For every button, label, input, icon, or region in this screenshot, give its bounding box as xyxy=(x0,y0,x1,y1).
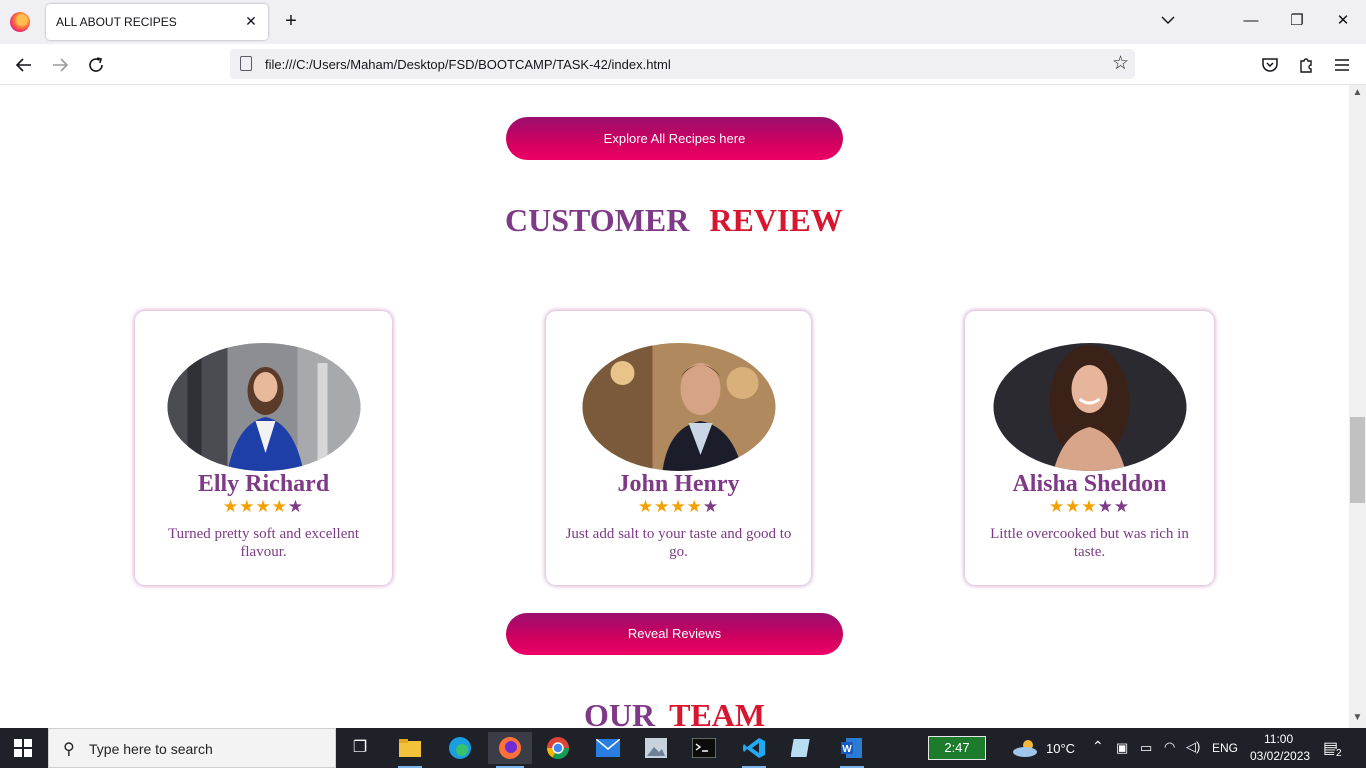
wifi-icon[interactable]: ◠ xyxy=(1164,739,1175,755)
team-heading-part1: OUR xyxy=(584,697,656,728)
scrollbar-thumb[interactable] xyxy=(1350,417,1365,503)
review-text: Turned pretty soft and excellent flavour… xyxy=(167,526,360,560)
mail-icon[interactable] xyxy=(588,732,628,764)
reviewer-name: John Henry xyxy=(617,471,740,497)
photos-icon[interactable] xyxy=(636,732,676,764)
reload-icon[interactable] xyxy=(84,53,108,77)
meet-now-icon[interactable]: ▣ xyxy=(1116,740,1128,756)
star-filled-icon: ★ xyxy=(637,497,655,516)
star-filled-icon: ★ xyxy=(255,497,272,516)
explore-recipes-button[interactable]: Explore All Recipes here xyxy=(506,117,843,160)
page-content: Explore All Recipes here CUSTOMER REVIEW … xyxy=(0,85,1349,728)
language-indicator[interactable]: ENG xyxy=(1212,741,1238,755)
close-tab-icon[interactable]: ✕ xyxy=(242,12,260,30)
star-filled-icon: ★ xyxy=(654,497,671,516)
file-explorer-icon[interactable] xyxy=(390,732,430,768)
star-filled-icon: ★ xyxy=(1048,497,1066,516)
battery-timer-widget[interactable]: 2:47 xyxy=(928,736,986,760)
new-tab-icon[interactable]: + xyxy=(280,10,302,32)
search-placeholder: Type here to search xyxy=(89,741,213,757)
weather-cloud-icon[interactable] xyxy=(1012,738,1040,758)
review-heading-part2: REVIEW xyxy=(709,202,843,238)
back-icon[interactable] xyxy=(12,53,36,77)
review-card: Elly Richard ★★★★★ Turned pretty soft an… xyxy=(135,311,392,585)
restore-icon[interactable]: ❐ xyxy=(1286,10,1308,32)
task-view-icon[interactable]: ❐ xyxy=(340,732,380,764)
review-card: John Henry ★★★★★ Just add salt to your t… xyxy=(546,311,811,585)
clock-time[interactable]: 11:00 xyxy=(1264,732,1293,746)
weather-temperature[interactable]: 10°C xyxy=(1046,741,1075,756)
reviewer-name: Elly Richard xyxy=(197,471,330,497)
edge-icon[interactable] xyxy=(440,732,480,764)
search-icon: ⚲ xyxy=(63,741,75,758)
star-empty-icon: ★ xyxy=(1097,497,1114,516)
bookmark-star-icon[interactable]: ☆ xyxy=(1112,52,1129,75)
star-filled-icon: ★ xyxy=(670,497,687,516)
review-text: Little overcooked but was rich in taste. xyxy=(990,526,1189,560)
notepad-icon[interactable] xyxy=(782,732,822,764)
battery-icon[interactable]: ▭ xyxy=(1140,740,1152,756)
show-hidden-icons-icon[interactable]: ⌃ xyxy=(1092,738,1104,755)
star-rating: ★★★★★ xyxy=(965,497,1214,517)
taskbar: ⚲ Type here to search ❐ W 2:47 10°C ⌃ ▣ xyxy=(0,728,1366,768)
url-text[interactable]: file:///C:/Users/Maham/Desktop/FSD/BOOTC… xyxy=(265,57,671,72)
vscode-icon[interactable] xyxy=(734,732,774,768)
reveal-reviews-button[interactable]: Reveal Reviews xyxy=(506,613,843,655)
star-empty-icon: ★ xyxy=(287,497,305,516)
star-filled-icon: ★ xyxy=(1081,497,1098,516)
vertical-scrollbar[interactable]: ▲ ▼ xyxy=(1349,85,1366,728)
star-filled-icon: ★ xyxy=(271,497,288,516)
firefox-icon[interactable] xyxy=(10,12,30,32)
chrome-icon[interactable] xyxy=(538,732,578,764)
star-filled-icon: ★ xyxy=(222,497,240,516)
forward-icon[interactable] xyxy=(48,53,72,77)
extensions-icon[interactable] xyxy=(1294,53,1318,77)
star-rating: ★★★★★ xyxy=(135,497,392,517)
star-empty-icon: ★ xyxy=(1113,497,1131,516)
star-empty-icon: ★ xyxy=(702,497,720,516)
tab-active[interactable]: ALL ABOUT RECIPES ✕ xyxy=(46,4,268,40)
star-filled-icon: ★ xyxy=(686,497,703,516)
svg-text:W: W xyxy=(842,744,852,755)
star-filled-icon: ★ xyxy=(239,497,256,516)
team-heading-part2: TEAM xyxy=(669,697,766,728)
minimize-icon[interactable]: — xyxy=(1240,10,1262,32)
notification-count-badge: 2 xyxy=(1334,748,1344,759)
taskbar-search[interactable]: ⚲ Type here to search xyxy=(48,728,336,768)
menu-icon[interactable] xyxy=(1330,53,1354,77)
review-heading-part1: CUSTOMER xyxy=(505,202,690,238)
tab-title: ALL ABOUT RECIPES xyxy=(56,15,177,29)
reviewer-photo xyxy=(582,343,775,471)
reviewer-photo xyxy=(167,343,360,471)
tab-bar: ALL ABOUT RECIPES ✕ + — ❐ ✕ xyxy=(0,0,1366,44)
scroll-up-icon[interactable]: ▲ xyxy=(1349,87,1366,101)
page-info-icon[interactable] xyxy=(240,56,252,71)
review-text: Just add salt to your taste and good to … xyxy=(565,526,792,560)
star-rating: ★★★★★ xyxy=(546,497,811,517)
windows-start-icon[interactable] xyxy=(14,739,32,757)
reviewer-photo xyxy=(993,343,1186,471)
url-bar[interactable]: file:///C:/Users/Maham/Desktop/FSD/BOOTC… xyxy=(230,49,1135,79)
terminal-icon[interactable] xyxy=(684,732,724,764)
window-close-icon[interactable]: ✕ xyxy=(1332,10,1354,32)
word-icon[interactable]: W xyxy=(832,732,872,768)
reviewer-name: Alisha Sheldon xyxy=(1012,471,1167,497)
clock-date[interactable]: 03/02/2023 xyxy=(1250,749,1310,763)
volume-icon[interactable]: ◁) xyxy=(1186,739,1200,755)
list-all-tabs-icon[interactable] xyxy=(1158,10,1178,30)
firefox-taskbar-icon[interactable] xyxy=(488,732,532,768)
pocket-icon[interactable] xyxy=(1258,53,1282,77)
review-card: Alisha Sheldon ★★★★★ Little overcooked b… xyxy=(965,311,1214,585)
team-heading: OUR TEAM xyxy=(584,697,765,728)
star-filled-icon: ★ xyxy=(1065,497,1082,516)
review-heading: CUSTOMER REVIEW xyxy=(505,202,843,239)
scroll-down-icon[interactable]: ▼ xyxy=(1349,712,1366,726)
